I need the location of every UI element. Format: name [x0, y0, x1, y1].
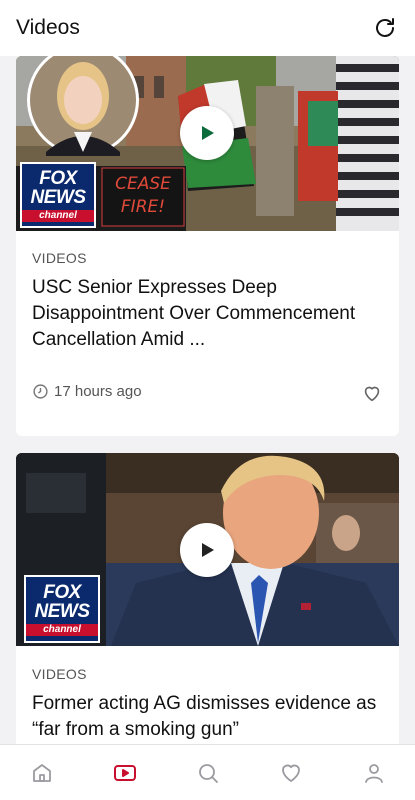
- page-title: Videos: [16, 16, 80, 39]
- clock-icon: [33, 384, 48, 399]
- play-button[interactable]: [180, 106, 234, 160]
- tab-videos[interactable]: [105, 753, 145, 793]
- video-card[interactable]: CEASE FIRE! FOX NEWS channel VIDEOS USC …: [16, 56, 399, 436]
- video-thumbnail[interactable]: CEASE FIRE! FOX NEWS channel: [16, 56, 399, 231]
- heart-outline-icon: [364, 386, 380, 402]
- video-category: VIDEOS: [32, 250, 87, 266]
- sign-text-line1: CEASE: [115, 174, 171, 194]
- tab-favorites[interactable]: [271, 753, 311, 793]
- refresh-icon[interactable]: [371, 14, 399, 42]
- play-button[interactable]: [180, 523, 234, 577]
- search-icon: [198, 763, 218, 783]
- bottom-navigation: [0, 744, 415, 800]
- favorite-button[interactable]: [361, 382, 383, 404]
- play-icon: [202, 543, 214, 557]
- video-feed[interactable]: CEASE FIRE! FOX NEWS channel VIDEOS USC …: [0, 56, 415, 744]
- video-headline[interactable]: USC Senior Expresses Deep Disappointment…: [32, 275, 384, 353]
- video-category: VIDEOS: [32, 666, 87, 682]
- video-card[interactable]: FOX NEWS channel VIDEOS Former acting AG…: [16, 453, 399, 744]
- heart-icon: [281, 764, 300, 782]
- video-timestamp: 17 hours ago: [32, 383, 142, 400]
- top-app-bar: Videos: [0, 0, 415, 56]
- fox-news-logo: FOX NEWS channel: [24, 575, 100, 643]
- timestamp-text: 17 hours ago: [54, 383, 142, 400]
- home-icon: [32, 763, 51, 782]
- fox-news-logo: FOX NEWS channel: [20, 162, 96, 228]
- profile-icon: [364, 763, 383, 783]
- video-headline[interactable]: Former acting AG dismisses evidence as “…: [32, 691, 384, 743]
- sign-text-line2: FIRE!: [121, 197, 165, 217]
- video-thumbnail[interactable]: FOX NEWS channel: [16, 453, 399, 646]
- tab-home[interactable]: [22, 753, 62, 793]
- tab-profile[interactable]: [354, 753, 394, 793]
- play-icon: [202, 126, 214, 140]
- tab-search[interactable]: [188, 753, 228, 793]
- video-icon: [113, 764, 136, 781]
